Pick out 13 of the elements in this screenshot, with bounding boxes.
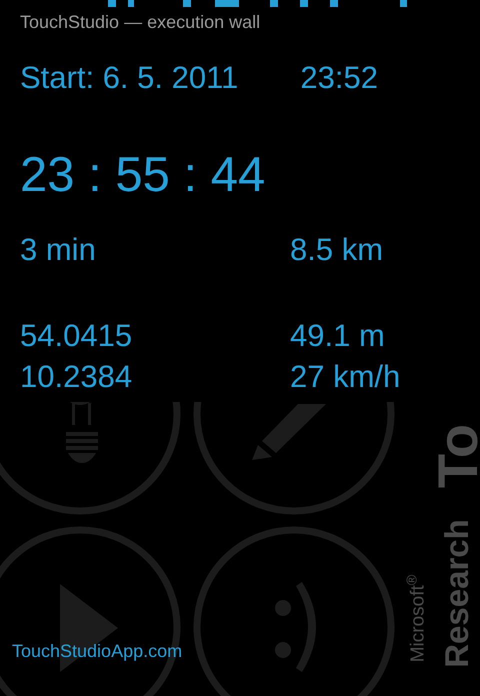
- stat-value: 49.1 m: [290, 317, 385, 355]
- stat-value: 54.0415: [20, 317, 134, 355]
- app-title: TouchStudio — execution wall: [20, 11, 260, 34]
- start-time: 23:52: [300, 60, 378, 96]
- stat-value: 10.2384: [20, 358, 134, 396]
- stat-value: 8.5 km: [290, 231, 384, 269]
- stat-value: 3 min: [20, 231, 97, 269]
- division-text: Research: [440, 519, 473, 668]
- start-date: Start: 6. 5. 2011: [20, 60, 238, 96]
- website-link[interactable]: TouchStudioApp.com: [12, 639, 182, 663]
- clock-time: 23 : 55 : 44: [20, 147, 266, 203]
- brand-text: To: [430, 424, 480, 488]
- stat-value: 27 km/h: [290, 358, 400, 396]
